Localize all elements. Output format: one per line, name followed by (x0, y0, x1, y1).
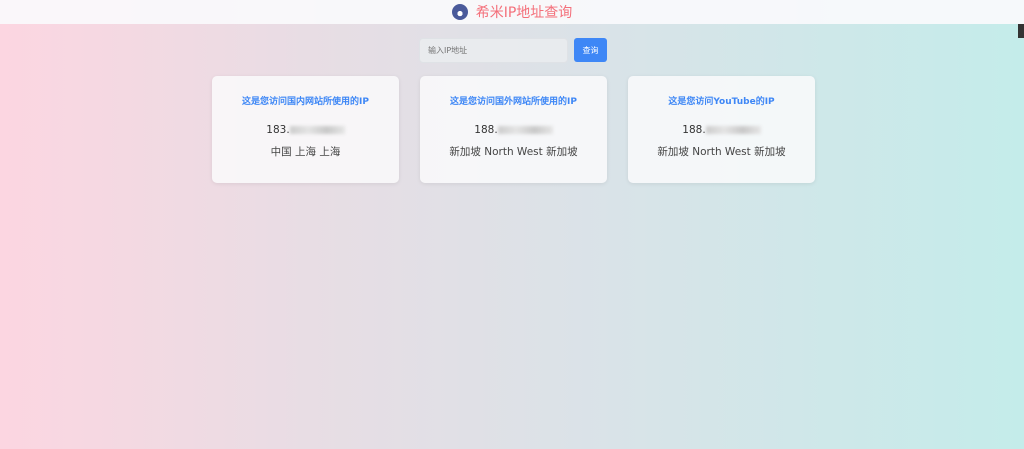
ip-prefix: 188. (474, 124, 498, 136)
card-title: 这是您访问国内网站所使用的IP (242, 97, 369, 107)
ip-location: 新加坡 North West 新加坡 (449, 146, 578, 158)
youtube-ip-card: 这是您访问YouTube的IP 188. 新加坡 North West 新加坡 (628, 76, 815, 183)
ip-address: 188. (628, 124, 815, 136)
blurred-ip (497, 126, 553, 134)
side-widget[interactable] (1018, 24, 1024, 38)
ip-address: 183. (212, 124, 399, 136)
ip-location: 中国 上海 上海 (270, 146, 341, 158)
search-bar: 查询 (419, 38, 607, 63)
ip-location: 新加坡 North West 新加坡 (657, 146, 786, 158)
blurred-ip (705, 126, 761, 134)
foreign-ip-card: 这是您访问国外网站所使用的IP 188. 新加坡 North West 新加坡 (420, 76, 607, 183)
card-title: 这是您访问国外网站所使用的IP (450, 97, 577, 107)
site-title: 希米IP地址查询 (475, 5, 573, 21)
ip-input[interactable] (419, 38, 568, 63)
cat-logo-icon (451, 4, 468, 20)
query-button[interactable]: 查询 (574, 38, 607, 62)
ip-address: 188. (420, 124, 607, 136)
blurred-ip (289, 126, 345, 134)
result-cards: 这是您访问国内网站所使用的IP 183. 中国 上海 上海 这是您访问国外网站所… (212, 76, 815, 183)
domestic-ip-card: 这是您访问国内网站所使用的IP 183. 中国 上海 上海 (212, 76, 399, 183)
ip-prefix: 188. (682, 124, 706, 136)
ip-prefix: 183. (266, 124, 290, 136)
header: 希米IP地址查询 (0, 0, 1024, 24)
card-title: 这是您访问YouTube的IP (668, 97, 775, 107)
